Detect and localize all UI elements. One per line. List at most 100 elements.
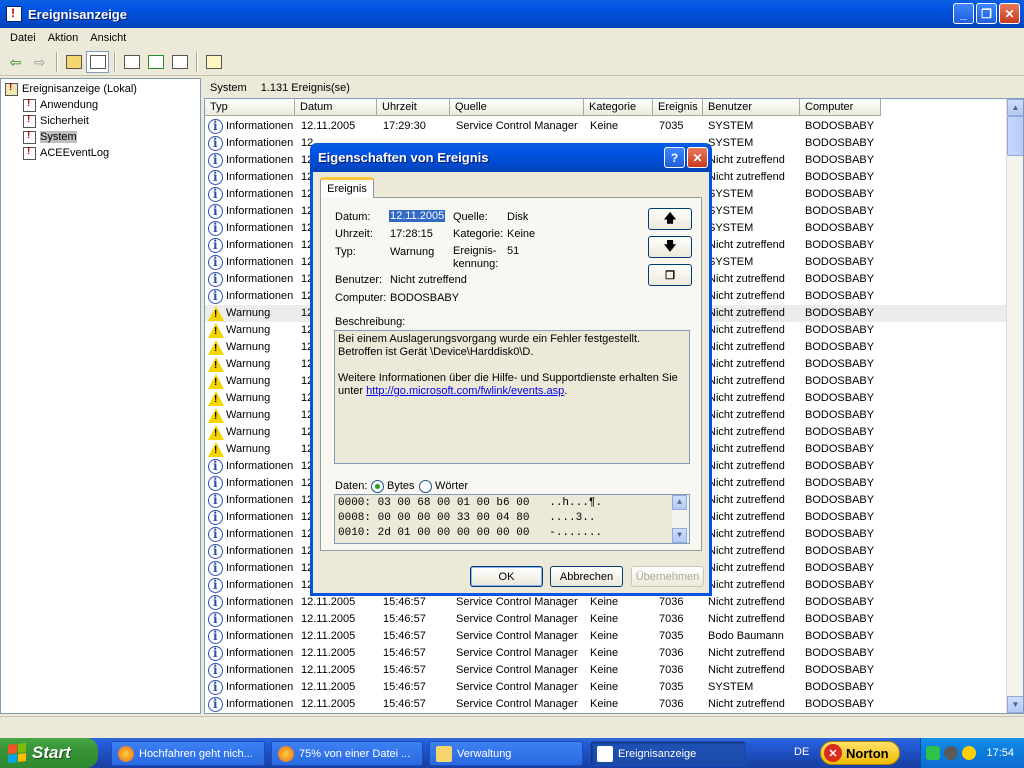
- ok-button[interactable]: OK: [470, 566, 543, 587]
- warning-icon: [208, 323, 224, 338]
- table-row[interactable]: Informationen 12.11.2005 15:46:57 Service C…: [205, 679, 1007, 696]
- table-row[interactable]: Informationen 12.11.2005 17:29:30 Service C…: [205, 118, 1007, 135]
- cell-typ: Warnung: [226, 426, 271, 438]
- data-line: 0010: 2d 01 00 00 00 00 00 00 -.......: [338, 527, 603, 539]
- tree-item-aceeventlog[interactable]: ACEEventLog: [1, 145, 200, 161]
- column-benutzer[interactable]: Benutzer: [703, 99, 800, 116]
- cell-datum: 12.11.2005: [301, 647, 356, 659]
- radio-bytes-label[interactable]: Bytes: [387, 480, 415, 492]
- column-kategorie[interactable]: Kategorie: [584, 99, 653, 116]
- table-row[interactable]: Informationen 12.11.2005 15:46:57 Service C…: [205, 594, 1007, 611]
- cell-user: Nicht zutreffend: [708, 273, 785, 285]
- scroll-down-button[interactable]: ▼: [1007, 696, 1023, 713]
- task-firefox-2[interactable]: 75% von einer Datei ...: [271, 741, 423, 766]
- description-box[interactable]: Bei einem Auslagerungsvorgang wurde ein …: [334, 330, 690, 464]
- data-scroll-down-button[interactable]: ▼: [672, 528, 687, 543]
- radio-words[interactable]: [419, 480, 432, 493]
- cell-comp: BODOSBABY: [805, 307, 875, 319]
- help-link[interactable]: http://go.microsoft.com/fwlink/events.as…: [366, 385, 564, 397]
- cell-comp: BODOSBABY: [805, 256, 875, 268]
- label-typ: Typ:: [335, 246, 356, 258]
- value-datum[interactable]: 12.11.2005: [389, 210, 446, 222]
- previous-event-button[interactable]: 🡅: [648, 208, 692, 230]
- scroll-up-button[interactable]: ▲: [1007, 99, 1023, 116]
- export-list-button[interactable]: [168, 51, 191, 73]
- log-icon: [23, 146, 36, 160]
- dialog-close-button[interactable]: ✕: [687, 147, 708, 168]
- refresh-button[interactable]: [144, 51, 167, 73]
- info-icon: [208, 527, 223, 542]
- cell-ev: 7036: [659, 647, 684, 659]
- cell-user: Nicht zutreffend: [708, 239, 785, 251]
- tree-view-icon: [89, 55, 106, 69]
- radio-bytes[interactable]: [371, 480, 384, 493]
- back-button[interactable]: ⇦: [4, 51, 27, 73]
- table-row[interactable]: Informationen 12.11.2005 15:46:57 Service C…: [205, 628, 1007, 645]
- properties-button[interactable]: [120, 51, 143, 73]
- dialog-help-button[interactable]: ?: [664, 147, 685, 168]
- restore-button[interactable]: ❐: [976, 3, 997, 24]
- cell-user: Nicht zutreffend: [708, 647, 785, 659]
- tray-network-icon[interactable]: [926, 746, 941, 760]
- next-event-button[interactable]: 🡇: [648, 236, 692, 258]
- table-row[interactable]: Informationen 12.11.2005 15:46:57 Service C…: [205, 696, 1007, 713]
- table-row[interactable]: Informationen 12.11.2005 15:46:57 Service C…: [205, 645, 1007, 662]
- menu-aktion[interactable]: Aktion: [42, 32, 85, 44]
- column-datum[interactable]: Datum: [295, 99, 377, 116]
- data-scrollbar[interactable]: ▲ ▼: [672, 495, 689, 543]
- cell-zeit: 15:46:57: [383, 613, 426, 625]
- tray-globe-icon[interactable]: [944, 746, 959, 760]
- forward-button[interactable]: ⇨: [28, 51, 51, 73]
- copy-button[interactable]: ❐: [648, 264, 692, 286]
- taskbar: Start Hochfahren geht nich... 75% von ei…: [0, 738, 1024, 768]
- tab-ereignis[interactable]: Ereignis: [320, 177, 374, 198]
- tree-root[interactable]: Ereignisanzeige (Lokal): [1, 81, 200, 97]
- column-computer[interactable]: Computer: [800, 99, 881, 116]
- cell-comp: BODOSBABY: [805, 460, 875, 472]
- norton-button[interactable]: ✕ Norton: [820, 741, 900, 765]
- menu-datei[interactable]: Datei: [4, 32, 42, 44]
- task-ereignisanzeige[interactable]: Ereignisanzeige: [590, 741, 746, 766]
- column-uhrzeit[interactable]: Uhrzeit: [377, 99, 450, 116]
- warning-icon: [208, 306, 224, 321]
- start-button[interactable]: Start: [0, 738, 98, 768]
- column-quelle[interactable]: Quelle: [450, 99, 584, 116]
- scroll-thumb[interactable]: [1007, 116, 1023, 156]
- show-tree-button[interactable]: [86, 51, 109, 73]
- cell-typ: Warnung: [226, 375, 271, 387]
- cell-ev: 7036: [659, 698, 684, 710]
- dialog-titlebar[interactable]: Eigenschaften von Ereignis ? ✕: [310, 143, 712, 172]
- cell-typ: Informationen: [226, 494, 294, 506]
- list-scrollbar[interactable]: ▲ ▼: [1006, 99, 1023, 713]
- task-verwaltung[interactable]: Verwaltung: [429, 741, 583, 766]
- data-box[interactable]: 0000: 03 00 68 00 01 00 b6 00 ..h...¶. 0…: [334, 494, 690, 544]
- up-folder-button[interactable]: [62, 51, 85, 73]
- table-row[interactable]: Informationen 12.11.2005 15:46:57 Service C…: [205, 611, 1007, 628]
- minimize-button[interactable]: _: [953, 3, 974, 24]
- warning-icon: [208, 374, 224, 389]
- language-indicator[interactable]: DE: [794, 746, 809, 758]
- tree-item-system[interactable]: System: [1, 129, 200, 145]
- menu-ansicht[interactable]: Ansicht: [84, 32, 132, 44]
- apply-button[interactable]: Übernehmen: [631, 566, 704, 587]
- column-ereignis[interactable]: Ereignis: [653, 99, 703, 116]
- tray-antivirus-icon[interactable]: [962, 746, 977, 760]
- cancel-button[interactable]: Abbrechen: [550, 566, 623, 587]
- help-button[interactable]: [202, 51, 225, 73]
- cell-typ: Informationen: [226, 188, 294, 200]
- cell-user: Nicht zutreffend: [708, 562, 785, 574]
- cell-comp: BODOSBABY: [805, 273, 875, 285]
- column-typ[interactable]: Typ: [205, 99, 295, 116]
- window-titlebar[interactable]: Ereignisanzeige _ ❐ ✕: [0, 0, 1024, 28]
- radio-words-label[interactable]: Wörter: [435, 480, 468, 492]
- cell-zeit: 17:29:30: [383, 120, 426, 132]
- menu-bar: Datei Aktion Ansicht: [0, 28, 1024, 48]
- tree-item-sicherheit[interactable]: Sicherheit: [1, 113, 200, 129]
- tree-item-anwendung[interactable]: Anwendung: [1, 97, 200, 113]
- close-button[interactable]: ✕: [999, 3, 1020, 24]
- log-icon: [23, 130, 36, 144]
- table-row[interactable]: Informationen 12.11.2005 15:46:57 Service C…: [205, 662, 1007, 679]
- task-firefox-1[interactable]: Hochfahren geht nich...: [111, 741, 265, 766]
- data-scroll-up-button[interactable]: ▲: [672, 495, 687, 510]
- cell-user: Nicht zutreffend: [708, 358, 785, 370]
